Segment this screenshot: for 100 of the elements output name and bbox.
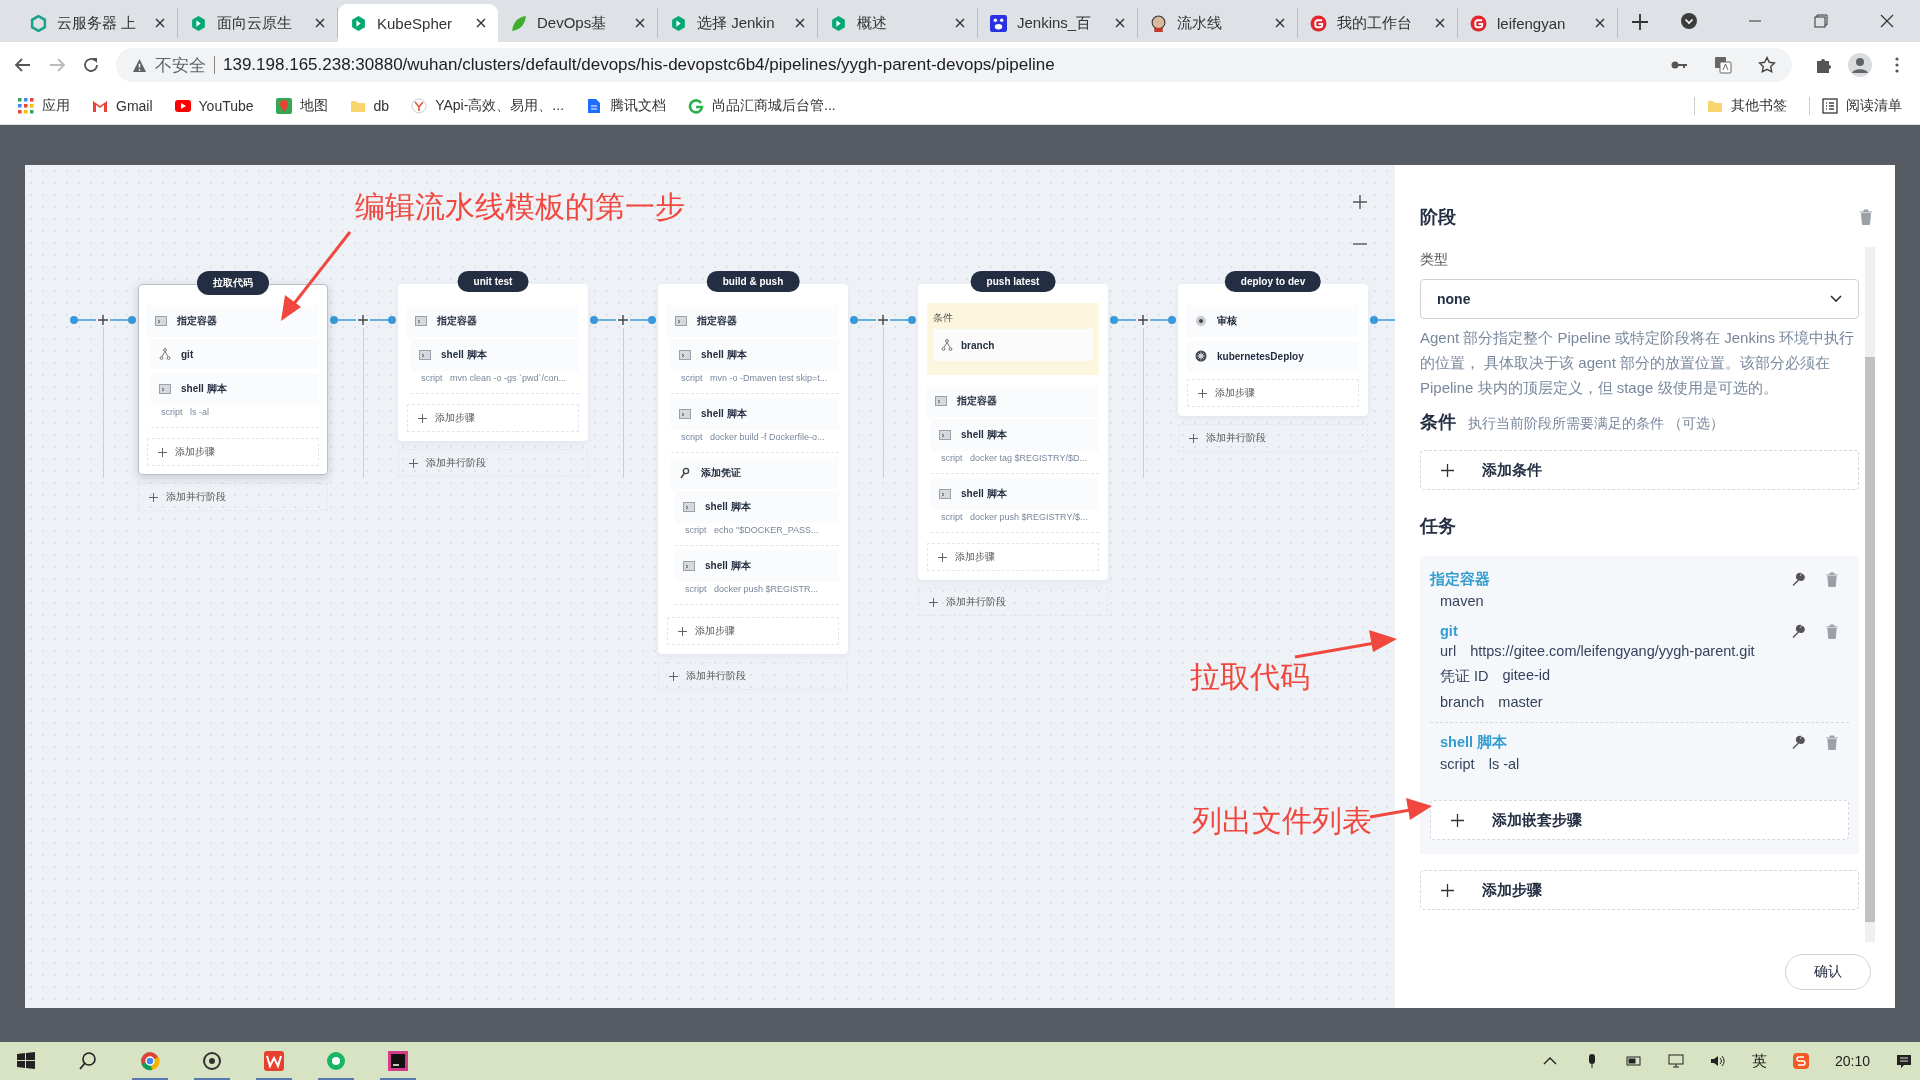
add-step-button[interactable]: 添加步骤: [407, 404, 579, 432]
paw-icon: [990, 14, 1007, 32]
step-item[interactable]: 指定容器: [667, 305, 839, 337]
puzzle-icon[interactable]: [1814, 56, 1832, 74]
bookmark-link[interactable]: Gmail: [92, 98, 153, 114]
step-item[interactable]: shell 脚本: [675, 550, 839, 582]
reading-list-button[interactable]: 阅读清单: [1809, 97, 1902, 115]
zoom-in-icon[interactable]: [1353, 195, 1367, 209]
bookmark-link[interactable]: YouTube: [174, 98, 254, 114]
browser-tab[interactable]: KubeSpher: [338, 4, 498, 42]
step-item[interactable]: git: [151, 339, 319, 369]
address-field[interactable]: 不安全 139.198.165.238:30880/wuhan/clusters/default/devops/his-devopstc6b4/pipelines/yygh-parent-devops/pipeline: [116, 48, 1792, 82]
restore-icon[interactable]: [1812, 12, 1830, 30]
add-step-button[interactable]: 添加步骤: [927, 543, 1099, 571]
stage-connector-drawing[interactable]: [328, 312, 398, 328]
browser-tab[interactable]: 概述: [818, 8, 978, 38]
step-item[interactable]: shell 脚本: [411, 339, 579, 371]
close-tab-icon[interactable]: [1435, 18, 1445, 28]
step-item[interactable]: shell 脚本: [675, 491, 839, 523]
stage-connector-drawing[interactable]: [588, 312, 658, 328]
profile-avatar-icon[interactable]: [1848, 53, 1872, 77]
scrollbar[interactable]: [1865, 247, 1875, 942]
close-tab-icon[interactable]: [1275, 18, 1285, 28]
add-parallel-stage-button[interactable]: 添加并行阶段: [1178, 424, 1368, 452]
battery-icon[interactable]: [1625, 1053, 1642, 1069]
network-icon[interactable]: [1667, 1053, 1684, 1069]
type-select[interactable]: none: [1420, 279, 1859, 319]
close-tab-icon[interactable]: [1115, 18, 1125, 28]
param-value: gitee-id: [1502, 667, 1551, 685]
step-item[interactable]: shell 脚本: [151, 373, 319, 405]
reload-icon[interactable]: [82, 56, 100, 74]
wrench-icon[interactable]: [1791, 623, 1805, 639]
step-item[interactable]: 指定容器: [147, 305, 319, 337]
add-step-button[interactable]: 添加步骤: [147, 438, 319, 466]
step-item[interactable]: 添加凭证: [671, 457, 839, 489]
plus-icon: [669, 671, 678, 681]
browser-tab[interactable]: DevOps基: [498, 8, 658, 38]
add-parallel-stage-button[interactable]: 添加并行阶段: [398, 449, 588, 477]
close-tab-icon[interactable]: [795, 18, 805, 28]
clock[interactable]: 20:10: [1834, 1053, 1870, 1069]
step-item[interactable]: 指定容器: [407, 305, 579, 337]
add-condition-button[interactable]: 添加条件: [1420, 450, 1859, 490]
step-item[interactable]: shell 脚本: [931, 419, 1099, 451]
step-item[interactable]: 指定容器: [927, 385, 1099, 417]
bookmark-link[interactable]: 腾讯文档: [586, 97, 667, 115]
delete-icon[interactable]: [1859, 209, 1873, 225]
plus-icon: [1198, 388, 1207, 398]
add-parallel-stage-button[interactable]: 添加并行阶段: [918, 588, 1108, 616]
bookmark-link[interactable]: db: [349, 98, 390, 114]
add-step-button[interactable]: 添加步骤: [1420, 870, 1859, 910]
wrench-icon[interactable]: [1791, 572, 1805, 587]
browser-tab[interactable]: 云服务器 上: [18, 8, 178, 38]
step-item[interactable]: shell 脚本: [931, 478, 1099, 510]
terminal-icon: [155, 315, 167, 327]
param-key: url: [1440, 643, 1457, 659]
add-parallel-stage-button[interactable]: 添加并行阶段: [138, 483, 328, 511]
volume-icon[interactable]: [1709, 1053, 1726, 1069]
close-tab-icon[interactable]: [315, 18, 325, 28]
new-tab-icon[interactable]: [1632, 14, 1648, 30]
browser-tab[interactable]: 选择 Jenkin: [658, 8, 818, 38]
condition-block[interactable]: 条件 branch: [927, 303, 1099, 375]
stage-card[interactable]: 指定容器 shell 脚本 script mvn clean -o -gs `pwd`/con... 添加步骤: [398, 284, 588, 441]
add-parallel-stage-button[interactable]: 添加并行阶段: [658, 662, 848, 690]
step-item[interactable]: kubernetesDeploy: [1187, 341, 1359, 371]
stage-connector-drawing[interactable]: [68, 312, 138, 328]
close-icon[interactable]: [1878, 12, 1896, 30]
input-method-indicator[interactable]: 英: [1751, 1051, 1767, 1071]
stage-connector-drawing[interactable]: [1108, 312, 1178, 328]
apps-grid-icon: [18, 98, 34, 114]
browser-tab[interactable]: Jenkins_百: [978, 8, 1138, 38]
stage-connector-drawing[interactable]: [848, 312, 918, 328]
close-tab-icon[interactable]: [1595, 18, 1605, 28]
star-icon[interactable]: [1758, 56, 1776, 74]
step-item[interactable]: shell 脚本: [671, 398, 839, 430]
back-icon[interactable]: [14, 56, 32, 74]
step-name: 指定容器: [957, 394, 997, 408]
notification-icon[interactable]: [1896, 1053, 1912, 1069]
bookmark-link[interactable]: 其他书签: [1694, 97, 1787, 115]
close-tab-icon[interactable]: [155, 18, 165, 28]
step-item[interactable]: 审核: [1187, 305, 1359, 337]
wrench-icon[interactable]: [1791, 735, 1805, 750]
add-nested-step-button[interactable]: 添加嵌套步骤: [1430, 800, 1849, 840]
close-tab-icon[interactable]: [955, 18, 965, 28]
add-step-button[interactable]: 添加步骤: [1187, 379, 1359, 407]
browser-tab[interactable]: leifengyan: [1458, 8, 1618, 38]
bookmark-link[interactable]: 应用: [18, 97, 70, 115]
add-step-button[interactable]: 添加步骤: [667, 617, 839, 645]
translate-icon[interactable]: [1714, 56, 1732, 74]
bookmark-link[interactable]: 尚品汇商城后台管...: [688, 97, 836, 115]
tab-search-icon[interactable]: [1680, 12, 1698, 30]
browser-tab[interactable]: 我的工作台: [1298, 8, 1458, 38]
confirm-button[interactable]: 确认: [1785, 954, 1871, 990]
step-item[interactable]: shell 脚本: [671, 339, 839, 371]
close-tab-icon[interactable]: [476, 18, 486, 28]
bookmark-link[interactable]: YApi-高效、易用、...: [411, 97, 565, 115]
close-tab-icon[interactable]: [635, 18, 645, 28]
s-logo-icon[interactable]: [1792, 1053, 1809, 1069]
security-label: 不安全: [155, 54, 206, 77]
bookmark-link[interactable]: 地图: [275, 97, 328, 115]
browser-tab[interactable]: 流水线: [1138, 8, 1298, 38]
